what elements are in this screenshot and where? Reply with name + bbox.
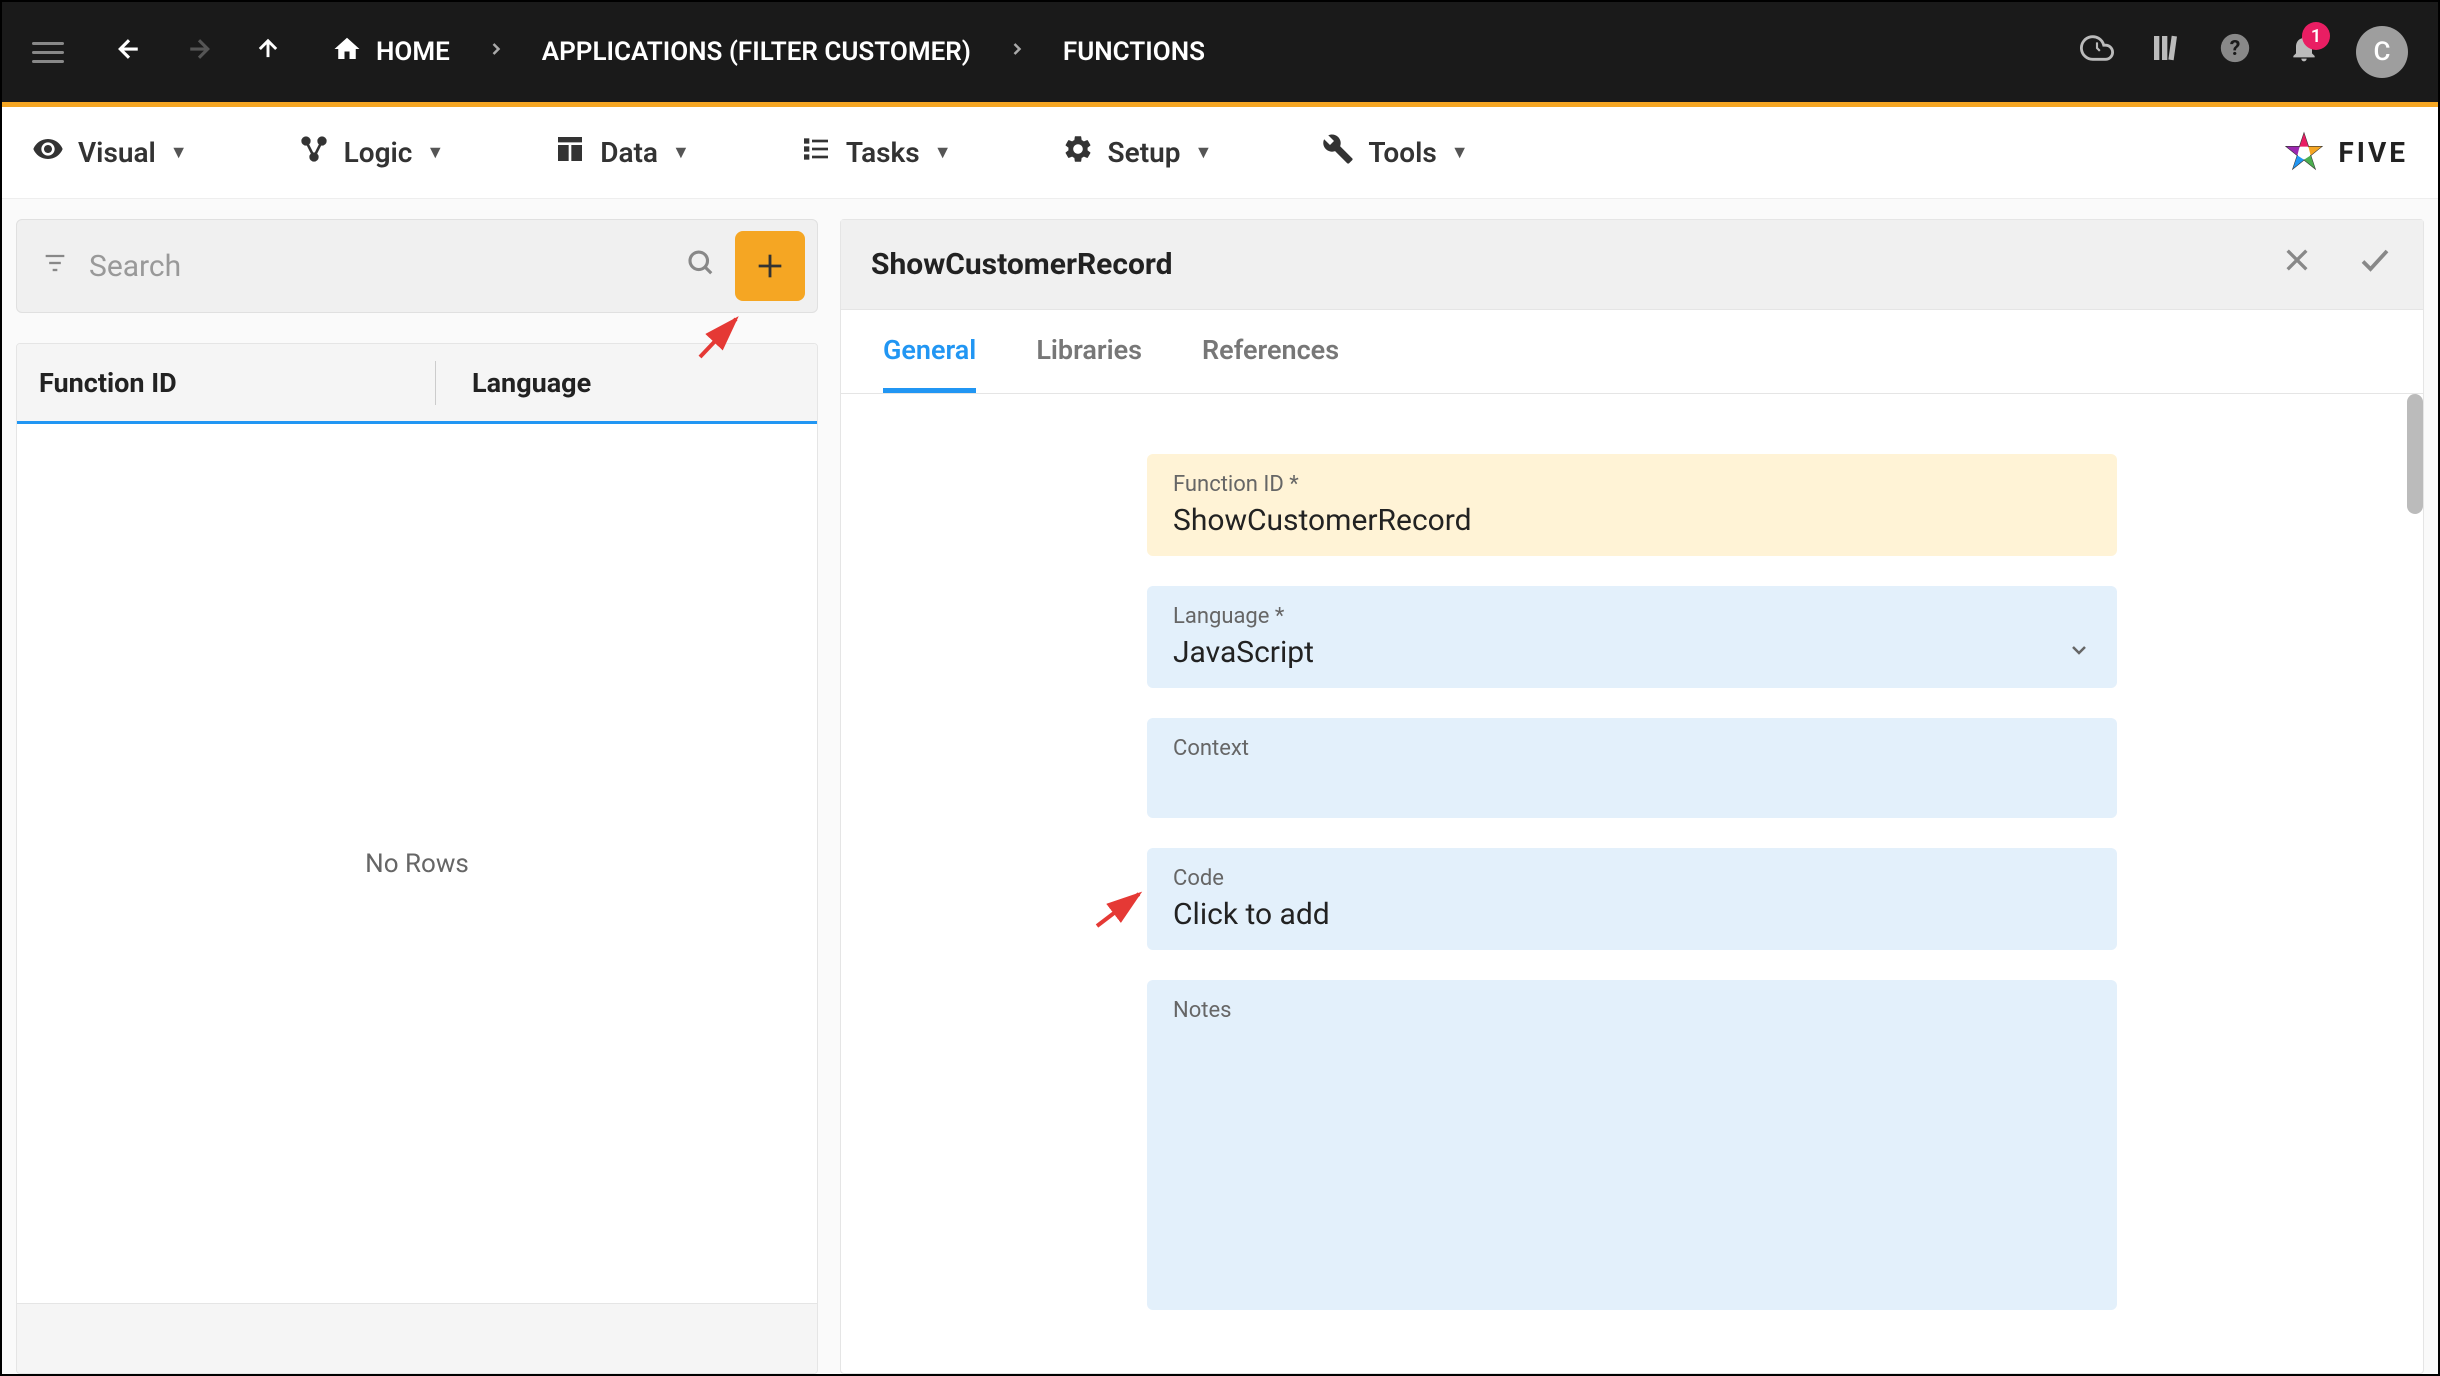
menubar-left: Visual ▼ Logic ▼ Data ▼ Tasks ▼ xyxy=(32,133,2172,172)
svg-text:?: ? xyxy=(2230,36,2241,61)
logo-mark-icon xyxy=(2282,129,2326,177)
scrollbar[interactable] xyxy=(2407,394,2423,514)
breadcrumb-functions[interactable]: FUNCTIONS xyxy=(1063,37,1205,67)
menu-data[interactable]: Data ▼ xyxy=(554,133,690,172)
menu-setup[interactable]: Setup ▼ xyxy=(1062,133,1213,172)
field-label: Code xyxy=(1173,866,2091,891)
tools-icon xyxy=(1322,133,1354,172)
confirm-icon[interactable] xyxy=(2357,242,2393,287)
menubar: Visual ▼ Logic ▼ Data ▼ Tasks ▼ xyxy=(2,107,2438,199)
cloud-sync-icon[interactable] xyxy=(2080,31,2114,73)
field-notes[interactable]: Notes xyxy=(1147,980,2117,1310)
panel-header: ShowCustomerRecord xyxy=(841,220,2423,310)
table-footer xyxy=(17,1303,817,1373)
flow-icon xyxy=(298,133,330,172)
panel-actions xyxy=(2281,242,2393,287)
menu-label: Tasks xyxy=(846,136,920,169)
table-icon xyxy=(554,133,586,172)
logo-text: FIVE xyxy=(2338,136,2408,169)
field-code[interactable]: Code Click to add xyxy=(1147,848,2117,950)
topbar-left: HOME APPLICATIONS (FILTER CUSTOMER) FUNC… xyxy=(32,34,1205,71)
field-label: Context xyxy=(1173,736,2091,761)
notification-badge: 1 xyxy=(2302,22,2330,50)
gear-icon xyxy=(1062,133,1094,172)
logo: FIVE xyxy=(2282,129,2408,177)
notifications-icon[interactable]: 1 xyxy=(2288,32,2320,72)
close-icon[interactable] xyxy=(2281,244,2313,285)
search-bar xyxy=(16,219,818,313)
menu-tasks[interactable]: Tasks ▼ xyxy=(800,133,952,172)
back-icon[interactable] xyxy=(114,34,144,71)
tab-general[interactable]: General xyxy=(883,334,976,393)
filter-icon[interactable] xyxy=(41,249,69,284)
menu-label: Data xyxy=(600,136,658,169)
table-area: Function ID Language No Rows xyxy=(16,343,818,1374)
chevron-down-icon: ▼ xyxy=(934,142,952,163)
chevron-down-icon xyxy=(2067,638,2091,668)
chevron-down-icon: ▼ xyxy=(1194,142,1212,163)
menu-tools[interactable]: Tools ▼ xyxy=(1322,133,1468,172)
menu-label: Logic xyxy=(344,136,413,169)
home-icon xyxy=(332,34,362,71)
breadcrumb-label: FUNCTIONS xyxy=(1063,37,1205,67)
menu-visual[interactable]: Visual ▼ xyxy=(32,133,188,172)
field-context[interactable]: Context xyxy=(1147,718,2117,818)
field-language[interactable]: Language * JavaScript xyxy=(1147,586,2117,688)
column-divider xyxy=(435,361,436,405)
avatar[interactable]: C xyxy=(2356,26,2408,78)
column-language[interactable]: Language xyxy=(472,367,591,399)
eye-icon xyxy=(32,133,64,172)
table-header: Function ID Language xyxy=(17,344,817,424)
library-icon[interactable] xyxy=(2150,32,2182,72)
topbar-right: ? 1 C xyxy=(2080,26,2408,78)
field-value: ShowCustomerRecord xyxy=(1173,503,2091,538)
main: Function ID Language No Rows ShowCustome… xyxy=(2,199,2438,1374)
breadcrumb-home[interactable]: HOME xyxy=(332,34,450,71)
field-function-id[interactable]: Function ID * ShowCustomerRecord xyxy=(1147,454,2117,556)
menu-label: Visual xyxy=(78,136,156,169)
field-value: Click to add xyxy=(1173,897,2091,932)
up-icon[interactable] xyxy=(254,35,282,70)
chevron-down-icon: ▼ xyxy=(1451,142,1469,163)
chevron-down-icon: ▼ xyxy=(672,142,690,163)
column-function-id[interactable]: Function ID xyxy=(39,367,399,399)
breadcrumb-applications[interactable]: APPLICATIONS (FILTER CUSTOMER) xyxy=(542,37,971,67)
avatar-initial: C xyxy=(2374,37,2391,67)
panel-title: ShowCustomerRecord xyxy=(871,247,1173,282)
no-rows-message: No Rows xyxy=(17,424,817,1303)
tab-libraries[interactable]: Libraries xyxy=(1036,334,1142,393)
search-icon[interactable] xyxy=(685,247,715,285)
left-panel: Function ID Language No Rows xyxy=(16,219,818,1374)
chevron-down-icon: ▼ xyxy=(170,142,188,163)
hamburger-menu[interactable] xyxy=(32,42,64,63)
menu-label: Tools xyxy=(1368,136,1436,169)
list-icon xyxy=(800,133,832,172)
forward-icon xyxy=(184,34,214,71)
help-icon[interactable]: ? xyxy=(2218,31,2252,73)
field-label: Notes xyxy=(1173,998,2091,1023)
add-button[interactable] xyxy=(735,231,805,301)
nav-arrows xyxy=(114,34,282,71)
menu-logic[interactable]: Logic ▼ xyxy=(298,133,445,172)
field-label: Language * xyxy=(1173,604,2091,629)
breadcrumb: HOME APPLICATIONS (FILTER CUSTOMER) FUNC… xyxy=(332,34,1205,71)
menu-label: Setup xyxy=(1108,136,1181,169)
field-value: JavaScript xyxy=(1173,635,1314,670)
search-input[interactable] xyxy=(89,249,665,284)
tab-references[interactable]: References xyxy=(1202,334,1339,393)
topbar: HOME APPLICATIONS (FILTER CUSTOMER) FUNC… xyxy=(2,2,2438,102)
chevron-right-icon xyxy=(486,39,506,65)
annotation-arrow-icon xyxy=(1091,876,1151,936)
chevron-down-icon: ▼ xyxy=(426,142,444,163)
tabs: General Libraries References xyxy=(841,310,2423,394)
chevron-right-icon xyxy=(1007,39,1027,65)
form-area: Function ID * ShowCustomerRecord Languag… xyxy=(841,394,2423,1373)
right-panel: ShowCustomerRecord General Libraries Ref… xyxy=(840,219,2424,1374)
breadcrumb-label: APPLICATIONS (FILTER CUSTOMER) xyxy=(542,37,971,67)
field-label: Function ID * xyxy=(1173,472,2091,497)
breadcrumb-label: HOME xyxy=(376,37,450,67)
